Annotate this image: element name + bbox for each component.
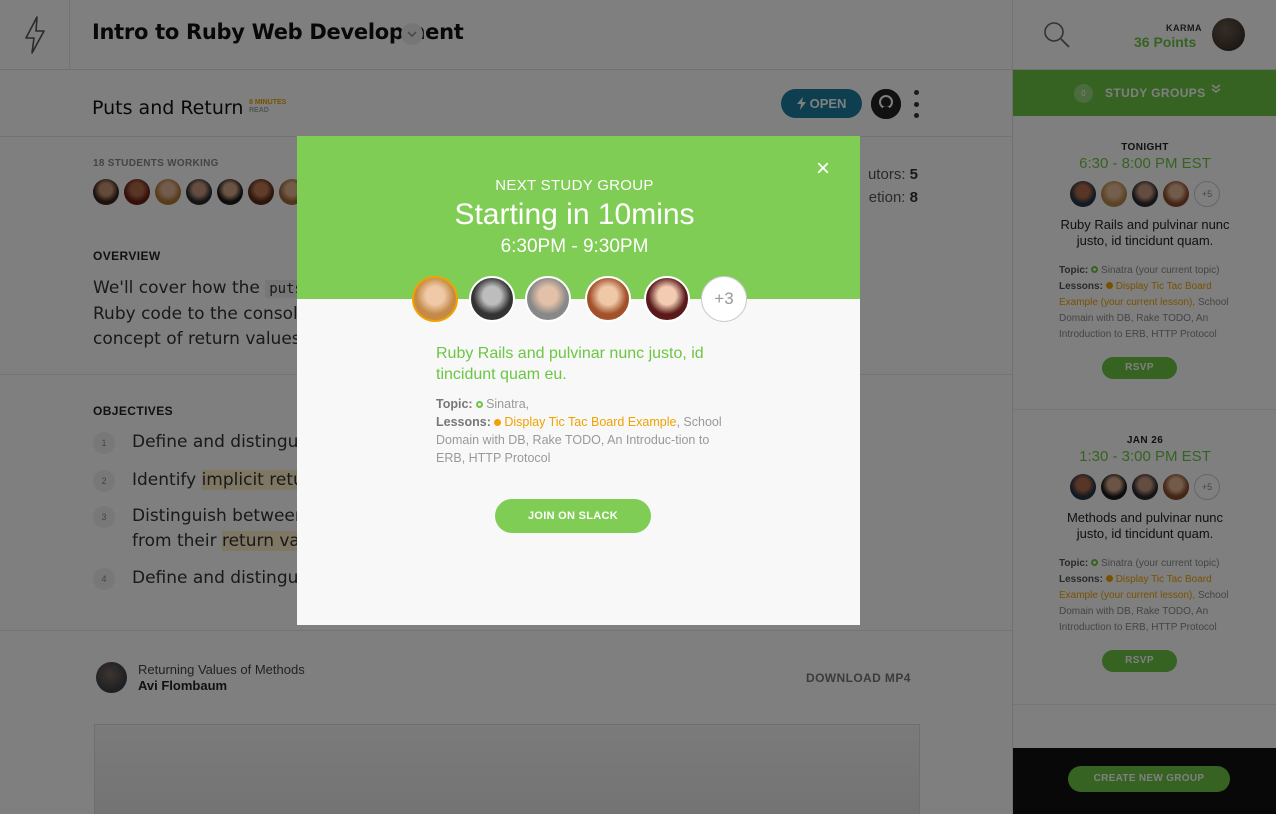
modal-header: × NEXT STUDY GROUP Starting in 10mins 6:… xyxy=(297,136,860,299)
current-lesson: Display Tic Tac Board Example xyxy=(504,415,677,429)
member-avatar[interactable] xyxy=(412,276,458,322)
lessons-label: Lessons: xyxy=(436,415,491,429)
modal-member-avatars: +3 xyxy=(412,276,752,323)
member-avatar[interactable] xyxy=(644,276,690,322)
more-members-badge[interactable]: +3 xyxy=(701,276,747,322)
modal-time: 6:30PM - 9:30PM xyxy=(500,236,649,257)
modal-kicker: NEXT STUDY GROUP xyxy=(495,177,654,194)
member-avatar[interactable] xyxy=(469,276,515,322)
topic-label: Topic: xyxy=(436,397,473,411)
topic-value: Sinatra, xyxy=(486,397,530,411)
member-avatar[interactable] xyxy=(525,276,571,322)
join-on-slack-button[interactable]: JOIN ON SLACK xyxy=(495,499,651,533)
next-study-group-modal: × NEXT STUDY GROUP Starting in 10mins 6:… xyxy=(297,136,860,625)
close-icon[interactable]: × xyxy=(813,157,833,181)
topic-dot-icon xyxy=(476,401,484,408)
modal-countdown: Starting in 10mins xyxy=(454,198,695,231)
lesson-dot-icon xyxy=(494,419,502,426)
modal-meta: Topic: Sinatra, Lessons: Display Tic Tac… xyxy=(436,397,722,465)
modal-description: Ruby Rails and pulvinar nunc justo, id t… xyxy=(436,345,704,383)
member-avatar[interactable] xyxy=(585,276,631,322)
